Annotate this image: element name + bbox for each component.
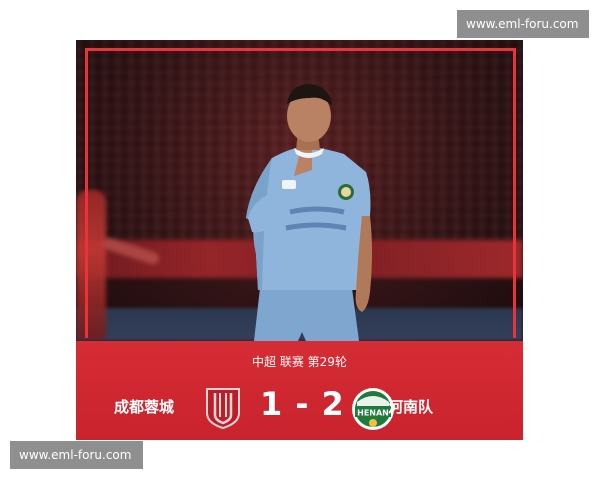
watermark-top: www.eml-foru.com [457, 10, 589, 38]
watermark-top-text: www.eml-foru.com [466, 17, 579, 31]
watermark-bottom: www.eml-foru.com [10, 441, 143, 469]
score-separator: - [295, 385, 310, 423]
score-display: 1 - 2 [260, 385, 345, 423]
red-frame [85, 48, 516, 338]
away-team-name: 河南队 [388, 398, 434, 416]
watermark-bottom-text: www.eml-foru.com [19, 448, 132, 462]
home-team-name: 成都蓉城 [114, 398, 175, 416]
screen: www.eml-foru.com 中超 联赛 第29轮 成都蓉城 1 - 2 H… [0, 0, 600, 480]
match-result-graphic: 中超 联赛 第29轮 成都蓉城 1 - 2 HENAN 河南队 [76, 40, 523, 440]
chengdu-club-crest-icon [206, 388, 240, 429]
league-round-label: 中超 联赛 第29轮 [252, 355, 347, 369]
home-score: 1 [260, 385, 284, 423]
away-score: 2 [321, 385, 345, 423]
celebration-photo [76, 40, 523, 341]
score-band: 中超 联赛 第29轮 成都蓉城 1 - 2 HENAN 河南队 [76, 341, 523, 440]
henan-badge-text: HENAN [357, 409, 389, 418]
